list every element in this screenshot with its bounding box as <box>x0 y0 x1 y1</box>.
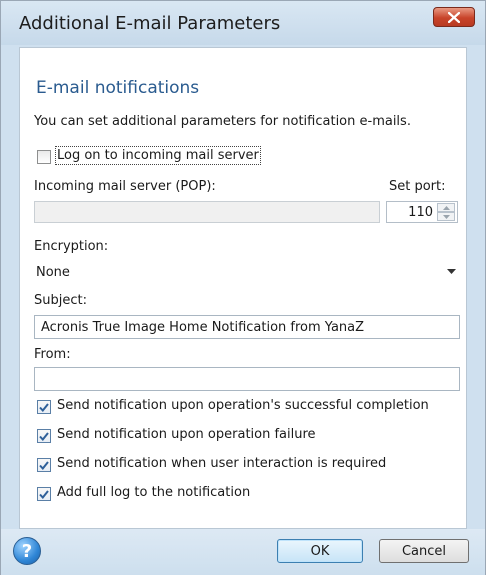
help-icon[interactable]: ? <box>13 537 41 565</box>
full-log-label[interactable]: Add full log to the notification <box>57 485 250 500</box>
cancel-button[interactable]: Cancel <box>379 539 469 563</box>
close-icon <box>448 11 460 23</box>
dialog-window: Additional E-mail Parameters E-mail noti… <box>0 0 486 575</box>
full-log-checkbox[interactable] <box>37 487 51 501</box>
content-panel: E-mail notifications You can set additio… <box>19 47 467 529</box>
subject-label: Subject: <box>34 293 87 308</box>
success-notification-label[interactable]: Send notification upon operation's succe… <box>57 398 429 413</box>
incoming-server-label: Incoming mail server (POP): <box>34 179 216 194</box>
title-bar[interactable]: Additional E-mail Parameters <box>1 1 485 45</box>
interaction-notification-checkbox[interactable] <box>37 458 51 472</box>
spin-up-icon <box>442 205 450 210</box>
port-spinner[interactable]: 110 <box>386 201 458 223</box>
from-input[interactable] <box>34 367 460 391</box>
encryption-label: Encryption: <box>34 239 109 254</box>
encryption-selected: None <box>36 265 70 280</box>
failure-notification-label[interactable]: Send notification upon operation failure <box>57 427 316 442</box>
checkmark-icon <box>39 489 49 499</box>
from-label: From: <box>34 347 71 362</box>
spin-down-icon <box>442 214 450 219</box>
port-label: Set port: <box>389 179 446 194</box>
interaction-notification-label[interactable]: Send notification when user interaction … <box>57 456 386 471</box>
subject-input[interactable]: Acronis True Image Home Notification fro… <box>34 315 460 339</box>
success-notification-checkbox[interactable] <box>37 400 51 414</box>
incoming-server-input[interactable] <box>34 201 380 223</box>
log-on-label[interactable]: Log on to incoming mail server <box>55 146 261 165</box>
section-description: You can set additional parameters for no… <box>34 114 411 129</box>
close-button[interactable] <box>433 7 475 27</box>
port-value: 110 <box>408 205 433 220</box>
failure-notification-checkbox[interactable] <box>37 429 51 443</box>
section-heading: E-mail notifications <box>36 78 200 98</box>
checkmark-icon <box>39 431 49 441</box>
checkmark-icon <box>39 402 49 412</box>
spin-down-button[interactable] <box>437 212 455 221</box>
dialog-footer: ? OK Cancel <box>1 529 485 575</box>
checkmark-icon <box>39 460 49 470</box>
dropdown-arrow-icon <box>447 269 456 274</box>
log-on-checkbox[interactable] <box>37 150 51 164</box>
ok-button[interactable]: OK <box>277 539 363 563</box>
spin-up-button[interactable] <box>437 203 455 212</box>
encryption-select[interactable]: None <box>34 261 460 285</box>
window-title: Additional E-mail Parameters <box>19 13 281 34</box>
